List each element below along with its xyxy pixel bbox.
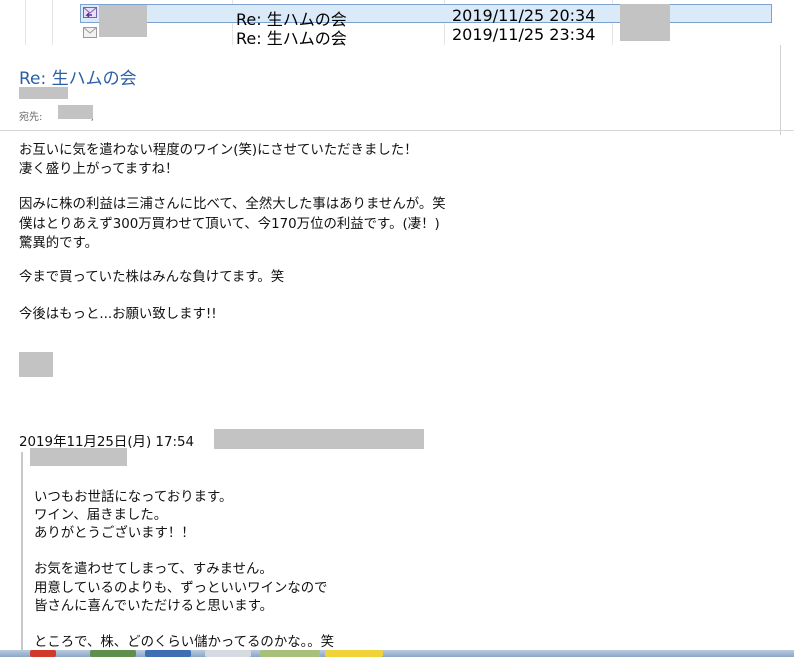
quote-header: 2019年11月25日(月) 17:54 <box>19 435 195 450</box>
quoted-line: お気を遣わせてしまって、すみません。 <box>34 562 273 577</box>
to-label: 宛先: <box>19 112 43 123</box>
message-date[interactable]: 2019/11/25 20:34 <box>452 6 595 25</box>
start-button[interactable] <box>30 650 56 657</box>
pane-divider <box>780 45 781 135</box>
quoted-line: ワイン、届きました。 <box>34 508 168 523</box>
body-line: 僕はとりあえず300万買わせて頂いて、今170万位の利益です。(凄！) <box>19 217 440 232</box>
redacted-sender <box>99 5 147 37</box>
body-line: お互いに気を遣わない程度のワイン(笑)にさせていただきました！ <box>19 143 418 158</box>
quoted-line: 皆さんに喜んでいただけると思います。 <box>34 599 274 614</box>
quoted-line: ところで、株、どのくらい儲かってるのかな。。笑 <box>34 635 335 650</box>
body-line: 今まで買っていた株はみんな負けてます。笑 <box>19 270 285 285</box>
email-subject: Re: 生ハムの会 <box>19 69 137 89</box>
quoted-line: いつもお世話になっております。 <box>34 490 233 505</box>
taskbar-app-button[interactable] <box>205 650 251 657</box>
header-divider <box>0 130 794 131</box>
body-line: 今後はもっと...お願い致します!! <box>19 307 217 322</box>
body-line: 因みに株の利益は三浦さんに比べて、全然大した事はありませんが。笑 <box>19 197 446 212</box>
body-line: 驚異的です。 <box>19 236 99 251</box>
reply-mail-icon <box>83 7 97 18</box>
redacted-size <box>620 4 670 41</box>
envelope-icon <box>83 27 97 38</box>
quote-bar <box>21 452 23 652</box>
body-line: 凄く盛り上がってますね！ <box>19 162 179 177</box>
quoted-line: ありがとうございます！！ <box>34 526 195 541</box>
redacted-quote-sender <box>214 429 424 449</box>
message-subject[interactable]: Re: 生ハムの会 <box>236 25 347 49</box>
taskbar-app-button[interactable] <box>325 650 383 657</box>
column-divider <box>52 0 53 45</box>
column-divider <box>25 0 26 45</box>
redacted-recipient <box>58 105 93 119</box>
redacted-quote-email <box>30 448 127 466</box>
message-list: Re: 生ハムの会 2019/11/25 20:34 Re: 生ハムの会 201… <box>0 0 794 48</box>
taskbar-app-button[interactable] <box>145 650 191 657</box>
quoted-line: 用意しているのよりも、ずっといいワインなので <box>34 581 328 596</box>
redacted-from <box>19 87 68 99</box>
redacted-signature <box>19 352 53 377</box>
taskbar-app-button[interactable] <box>90 650 136 657</box>
message-date[interactable]: 2019/11/25 23:34 <box>452 25 595 44</box>
taskbar-app-button[interactable] <box>260 650 320 657</box>
